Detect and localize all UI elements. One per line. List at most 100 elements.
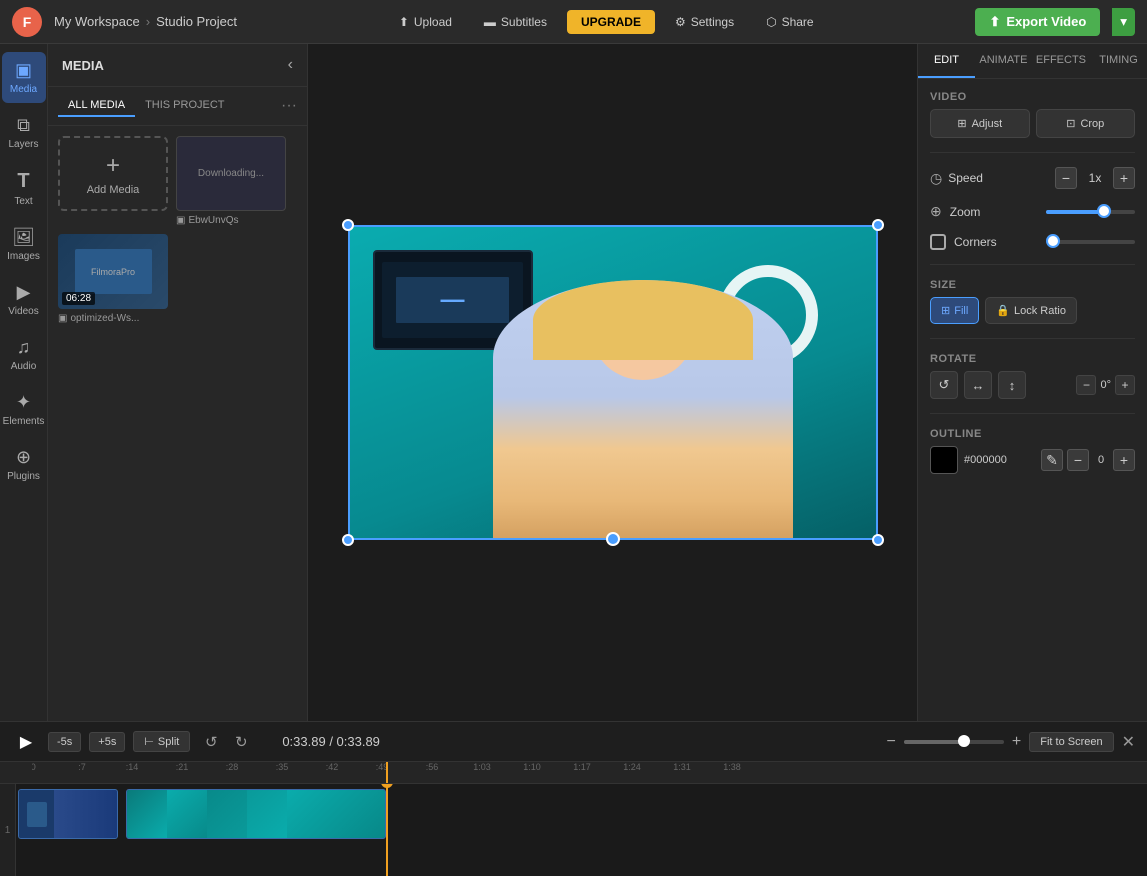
- main-area: ▣ Media ⧉ Layers T Text 🖼 Images ▶ Video…: [0, 44, 1147, 721]
- list-item: Downloading... ▣ EbwUnvQs: [176, 136, 286, 226]
- outline-color-swatch[interactable]: [930, 446, 958, 474]
- ruler-mark: 1:03: [473, 762, 491, 772]
- sidebar-item-images[interactable]: 🖼 Images: [2, 219, 46, 270]
- lock-icon: 🔒: [996, 304, 1010, 317]
- timecode: 0:33.89 / 0:33.89: [282, 734, 380, 749]
- flip-v-button[interactable]: ↕: [998, 371, 1026, 399]
- adjust-button[interactable]: ⊞ Adjust: [930, 109, 1030, 138]
- fit-to-screen-button[interactable]: Fit to Screen: [1029, 732, 1113, 752]
- ruler-mark: 1:10: [523, 762, 541, 772]
- corners-slider-thumb[interactable]: [1046, 234, 1060, 248]
- export-button[interactable]: ⬆ Export Video: [975, 8, 1100, 36]
- tab-animate[interactable]: ANIMATE: [975, 44, 1032, 78]
- sidebar-item-elements[interactable]: ✦ Elements: [2, 384, 46, 435]
- play-button[interactable]: ▶: [12, 728, 40, 756]
- subtitles-button[interactable]: ▬ Subtitles: [472, 10, 559, 34]
- zoom-out-button[interactable]: −: [887, 733, 896, 751]
- zoom-track-thumb[interactable]: [958, 735, 970, 747]
- speed-decrease-button[interactable]: −: [1055, 167, 1077, 189]
- handle-bottom-center[interactable]: [606, 532, 620, 546]
- add-media-button[interactable]: + Add Media: [58, 136, 168, 211]
- rotate-degree-value: 0°: [1100, 379, 1111, 391]
- upload-button[interactable]: ⬆ Upload: [387, 10, 464, 34]
- media-panel-close-button[interactable]: ‹: [288, 56, 293, 74]
- rotate-deg-increase-button[interactable]: +: [1115, 375, 1135, 395]
- undo-button[interactable]: ↺: [198, 729, 224, 755]
- close-timeline-button[interactable]: ✕: [1122, 732, 1135, 752]
- sidebar-item-text[interactable]: T Text: [2, 162, 46, 215]
- rotate-ccw-button[interactable]: ↺: [930, 371, 958, 399]
- upload-icon: ⬆: [399, 15, 409, 29]
- subtitles-icon: ▬: [484, 15, 496, 29]
- media-content: + Add Media Downloading... ▣ EbwUnvQs: [48, 126, 307, 721]
- handle-top-left[interactable]: [342, 219, 354, 231]
- sidebar: ▣ Media ⧉ Layers T Text 🖼 Images ▶ Video…: [0, 44, 48, 721]
- crop-button[interactable]: ⊡ Crop: [1036, 109, 1136, 138]
- zoom-in-button[interactable]: +: [1012, 733, 1021, 751]
- handle-top-right[interactable]: [872, 219, 884, 231]
- sidebar-item-media[interactable]: ▣ Media: [2, 52, 46, 103]
- lock-ratio-button[interactable]: 🔒 Lock Ratio: [985, 297, 1077, 324]
- track-clip[interactable]: [18, 789, 118, 839]
- track-clip[interactable]: [126, 789, 386, 839]
- zoom-slider-thumb[interactable]: [1097, 204, 1111, 218]
- media-thumb[interactable]: Downloading...: [176, 136, 286, 211]
- split-button[interactable]: ⊢ Split: [133, 731, 190, 752]
- ruler-mark: :35: [276, 762, 289, 772]
- media-tab-project[interactable]: THIS PROJECT: [135, 95, 234, 117]
- corners-slider[interactable]: [1049, 240, 1136, 244]
- speed-increase-button[interactable]: +: [1113, 167, 1135, 189]
- fill-icon: ⊞: [941, 304, 950, 317]
- zoom-slider-fill: [1046, 210, 1104, 214]
- zoom-slider[interactable]: [1046, 210, 1135, 214]
- tab-edit[interactable]: EDIT: [918, 44, 975, 78]
- rotate-degree-controls: − 0° +: [1076, 375, 1135, 395]
- outline-color-hex: #000000: [964, 454, 1007, 466]
- track-number: 1: [0, 784, 16, 876]
- media-panel-title: MEDIA: [62, 58, 104, 73]
- project-name[interactable]: Studio Project: [156, 14, 237, 29]
- media-icon: ▣: [15, 60, 32, 81]
- rotate-deg-decrease-button[interactable]: −: [1076, 375, 1096, 395]
- list-item: FilmoraPro 06:28 ▣ optimized-Ws...: [58, 234, 168, 324]
- media-tab-more-button[interactable]: ···: [281, 97, 297, 115]
- fill-button[interactable]: ⊞ Fill: [930, 297, 979, 324]
- playhead-ruler: [386, 762, 388, 783]
- text-icon: T: [17, 170, 29, 193]
- share-button[interactable]: ⬡ Share: [754, 10, 826, 34]
- right-panel: EDIT ANIMATE EFFECTS TIMING VIDEO ⊞ Adju…: [917, 44, 1147, 721]
- elements-icon: ✦: [16, 392, 31, 413]
- canvas-wrapper[interactable]: ▬▬▬: [348, 225, 878, 540]
- sidebar-item-plugins[interactable]: ⊕ Plugins: [2, 439, 46, 490]
- sidebar-item-layers[interactable]: ⧉ Layers: [2, 107, 46, 158]
- handle-bottom-left[interactable]: [342, 534, 354, 546]
- file-icon: ▣: [176, 215, 185, 226]
- outline-eyedropper-button[interactable]: ✎: [1041, 449, 1063, 471]
- export-icon: ⬆: [989, 14, 1000, 30]
- redo-button[interactable]: ↻: [228, 729, 254, 755]
- skip-back-button[interactable]: -5s: [48, 732, 81, 752]
- skip-forward-button[interactable]: +5s: [89, 732, 125, 752]
- media-item-name: ▣ optimized-Ws...: [58, 313, 168, 324]
- handle-bottom-right[interactable]: [872, 534, 884, 546]
- tab-timing[interactable]: TIMING: [1090, 44, 1147, 78]
- settings-button[interactable]: ⚙ Settings: [663, 10, 746, 34]
- outline-decrease-button[interactable]: −: [1067, 449, 1089, 471]
- sidebar-item-audio[interactable]: ♫ Audio: [2, 329, 46, 380]
- playhead[interactable]: [386, 784, 388, 876]
- sidebar-item-videos[interactable]: ▶ Videos: [2, 274, 46, 325]
- tab-effects[interactable]: EFFECTS: [1032, 44, 1090, 78]
- export-dropdown-button[interactable]: ▾: [1112, 8, 1135, 36]
- ruler-mark: :0: [32, 762, 36, 772]
- flip-h-button[interactable]: ↔: [964, 371, 992, 399]
- video-section: VIDEO ⊞ Adjust ⊡ Crop: [930, 91, 1135, 138]
- media-thumb[interactable]: FilmoraPro 06:28: [58, 234, 168, 309]
- ruler-marks: :0 :7 :14 :21 :28 :35 :42 :49 :56 1:03 1…: [32, 762, 1147, 783]
- zoom-track-slider[interactable]: [904, 740, 1004, 744]
- zoom-icon: ⊕: [930, 203, 942, 220]
- media-tab-all[interactable]: ALL MEDIA: [58, 95, 135, 117]
- upgrade-button[interactable]: UPGRADE: [567, 10, 655, 34]
- outline-increase-button[interactable]: +: [1113, 449, 1135, 471]
- workspace-name[interactable]: My Workspace: [54, 14, 140, 29]
- right-panel-content: VIDEO ⊞ Adjust ⊡ Crop ◷ Speed: [918, 79, 1147, 486]
